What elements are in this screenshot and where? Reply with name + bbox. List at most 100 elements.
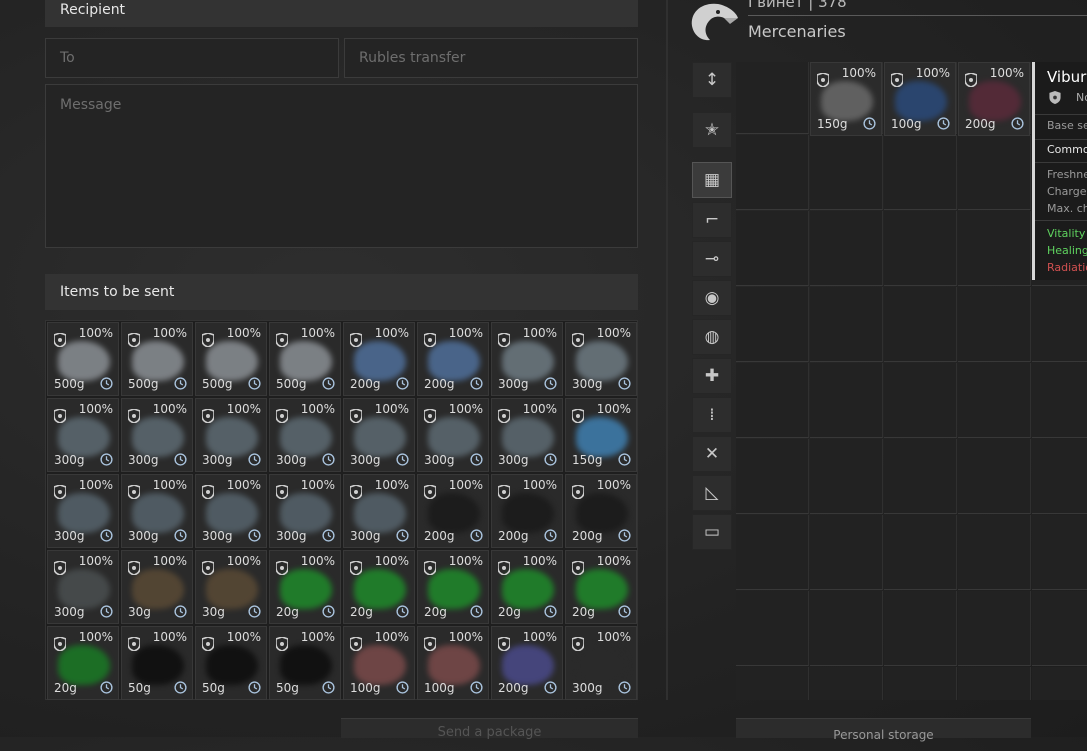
message-textarea[interactable]: Message bbox=[45, 84, 638, 248]
stash-slot[interactable] bbox=[736, 667, 809, 700]
category-ammo-button[interactable]: ⁞ bbox=[692, 397, 732, 433]
stash-slot[interactable] bbox=[1032, 287, 1087, 362]
send-package-button[interactable]: Send a package bbox=[341, 718, 638, 740]
stash-slot[interactable] bbox=[736, 211, 809, 286]
item-slot[interactable]: 100% 300g bbox=[565, 322, 637, 396]
category-sort-button[interactable]: ↕ bbox=[692, 62, 732, 98]
item-slot[interactable]: 100% 20g bbox=[269, 550, 341, 624]
stash-slot[interactable] bbox=[736, 515, 809, 590]
item-slot[interactable]: 100% 300g bbox=[491, 322, 563, 396]
item-slot[interactable]: 100% 300g bbox=[121, 474, 193, 548]
stash-slot[interactable] bbox=[1032, 439, 1087, 514]
item-slot[interactable]: 100% 200g bbox=[491, 474, 563, 548]
stash-slot[interactable] bbox=[958, 363, 1031, 438]
stash-slot[interactable] bbox=[884, 287, 957, 362]
item-slot[interactable]: 100% 100g bbox=[417, 626, 489, 700]
item-slot[interactable]: 100% 200g bbox=[958, 62, 1030, 136]
item-slot[interactable]: 100% 20g bbox=[491, 550, 563, 624]
item-slot[interactable]: 100% 200g bbox=[343, 322, 415, 396]
item-slot[interactable]: 100% 200g bbox=[417, 322, 489, 396]
stash-slot[interactable] bbox=[736, 62, 809, 134]
stash-slot[interactable] bbox=[810, 287, 883, 362]
stash-slot[interactable] bbox=[1032, 363, 1087, 438]
category-box-button[interactable]: ▭ bbox=[692, 514, 732, 550]
category-grid-button[interactable]: ▦ bbox=[692, 162, 732, 198]
personal-storage-button[interactable]: Personal storage bbox=[736, 718, 1031, 742]
item-slot[interactable]: 100% 20g bbox=[565, 550, 637, 624]
stash-slot[interactable] bbox=[810, 667, 883, 700]
item-slot[interactable]: 100% 500g bbox=[121, 322, 193, 396]
stash-slot[interactable] bbox=[810, 363, 883, 438]
stash-slot[interactable] bbox=[736, 591, 809, 666]
item-weight: 20g bbox=[498, 605, 521, 619]
stash-slot[interactable] bbox=[958, 667, 1031, 700]
stash-slot[interactable] bbox=[958, 439, 1031, 514]
stash-slot[interactable] bbox=[958, 515, 1031, 590]
stash-slot[interactable] bbox=[1032, 591, 1087, 666]
stash-slot[interactable] bbox=[810, 515, 883, 590]
stash-slot[interactable] bbox=[810, 211, 883, 286]
stash-slot[interactable] bbox=[736, 135, 809, 210]
category-rifle-button[interactable]: ⌐ bbox=[692, 202, 732, 238]
item-slot[interactable]: 100% 300g bbox=[47, 474, 119, 548]
stash-slot[interactable] bbox=[958, 591, 1031, 666]
item-slot[interactable]: 100% 500g bbox=[47, 322, 119, 396]
category-artifact-button[interactable]: ◍ bbox=[692, 319, 732, 355]
stash-slot[interactable] bbox=[884, 211, 957, 286]
category-grenade-button[interactable]: ◉ bbox=[692, 280, 732, 316]
stash-slot[interactable] bbox=[884, 363, 957, 438]
stash-slot[interactable] bbox=[810, 439, 883, 514]
item-slot[interactable]: 100% 300g bbox=[195, 474, 267, 548]
stash-slot[interactable] bbox=[884, 667, 957, 700]
category-medkit-button[interactable]: ✚ bbox=[692, 358, 732, 394]
item-slot[interactable]: 100% 50g bbox=[121, 626, 193, 700]
stash-slot[interactable] bbox=[810, 135, 883, 210]
item-slot[interactable]: 100% 300g bbox=[343, 398, 415, 472]
item-slot[interactable]: 100% 30g bbox=[121, 550, 193, 624]
item-slot[interactable]: 100% 150g bbox=[565, 398, 637, 472]
item-slot[interactable]: 100% 300g bbox=[269, 474, 341, 548]
item-slot[interactable]: 100% 300g bbox=[195, 398, 267, 472]
stash-slot[interactable] bbox=[736, 363, 809, 438]
to-input[interactable]: To bbox=[45, 38, 339, 78]
item-slot[interactable]: 100% 20g bbox=[343, 550, 415, 624]
stash-slot[interactable] bbox=[884, 515, 957, 590]
category-blueprint-button[interactable]: ◺ bbox=[692, 475, 732, 511]
item-slot[interactable]: 100% 200g bbox=[565, 474, 637, 548]
item-slot[interactable]: 100% 300g bbox=[47, 550, 119, 624]
item-slot[interactable]: 100% 300g bbox=[491, 398, 563, 472]
item-slot[interactable]: 100% 100g bbox=[343, 626, 415, 700]
item-slot[interactable]: 100% 30g bbox=[195, 550, 267, 624]
rubles-transfer-input[interactable]: Rubles transfer bbox=[344, 38, 638, 78]
item-slot[interactable]: 100% 100g bbox=[884, 62, 956, 136]
stash-slot[interactable] bbox=[958, 287, 1031, 362]
category-scope-button[interactable]: ⊸ bbox=[692, 241, 732, 277]
stash-slot[interactable] bbox=[958, 211, 1031, 286]
stash-slot[interactable] bbox=[884, 439, 957, 514]
item-slot[interactable]: 100% 20g bbox=[47, 626, 119, 700]
item-slot[interactable]: 100% 200g bbox=[491, 626, 563, 700]
stash-slot[interactable] bbox=[884, 135, 957, 210]
item-slot[interactable]: 100% 150g bbox=[810, 62, 882, 136]
stash-slot[interactable] bbox=[1032, 515, 1087, 590]
stash-slot[interactable] bbox=[736, 439, 809, 514]
item-slot[interactable]: 100% 500g bbox=[195, 322, 267, 396]
stash-slot[interactable] bbox=[736, 287, 809, 362]
item-slot[interactable]: 100% 200g bbox=[417, 474, 489, 548]
category-star-button[interactable]: ✭ bbox=[692, 112, 732, 148]
item-slot[interactable]: 100% 300g bbox=[565, 626, 637, 700]
item-slot[interactable]: 100% 500g bbox=[269, 322, 341, 396]
stash-slot[interactable] bbox=[884, 591, 957, 666]
item-slot[interactable]: 100% 300g bbox=[269, 398, 341, 472]
item-slot[interactable]: 100% 50g bbox=[195, 626, 267, 700]
item-slot[interactable]: 100% 300g bbox=[417, 398, 489, 472]
stash-slot[interactable] bbox=[810, 591, 883, 666]
stash-slot[interactable] bbox=[958, 135, 1031, 210]
item-slot[interactable]: 100% 300g bbox=[47, 398, 119, 472]
item-slot[interactable]: 100% 300g bbox=[343, 474, 415, 548]
item-slot[interactable]: 100% 300g bbox=[121, 398, 193, 472]
item-slot[interactable]: 100% 20g bbox=[417, 550, 489, 624]
item-slot[interactable]: 100% 50g bbox=[269, 626, 341, 700]
category-tools-button[interactable]: ✕ bbox=[692, 436, 732, 472]
stash-slot[interactable] bbox=[1032, 667, 1087, 700]
